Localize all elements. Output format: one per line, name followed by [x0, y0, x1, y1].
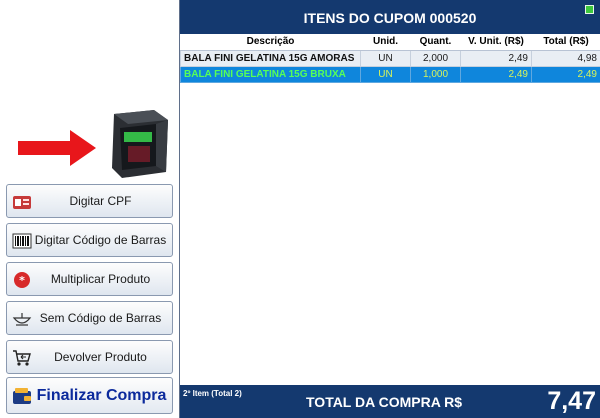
id-card-icon [13, 196, 31, 209]
item-total: 4,98 [531, 49, 600, 67]
item-count: 2º Item (Total 2) [183, 389, 242, 398]
table-row[interactable]: BALA FINI GELATINA 15G AMORAS UN 2,000 2… [180, 49, 600, 67]
item-description: BALA FINI GELATINA 15G AMORAS [180, 49, 361, 67]
total-label: TOTAL DA COMPRA R$ [306, 394, 463, 410]
total-value: 7,47 [547, 387, 596, 415]
items-table: Descrição Unid. Quant. V. Unit. (R$) Tot… [180, 34, 600, 83]
receipt-title: ITENS DO CUPOM 000520 [303, 10, 477, 26]
receipt-header: ITENS DO CUPOM 000520 [180, 0, 600, 34]
multiplicar-produto-label: Multiplicar Produto [50, 272, 151, 286]
item-unit: UN [360, 65, 411, 83]
col-header-unid: Unid. [360, 34, 411, 51]
item-unit-price: 2,49 [460, 49, 532, 67]
svg-text:*: * [19, 274, 25, 287]
item-unit-price: 2,49 [460, 65, 532, 83]
scale-icon [12, 313, 32, 326]
digitar-cpf-label: Digitar CPF [69, 194, 132, 208]
item-total: 2,49 [531, 65, 600, 83]
sem-codigo-barras-label: Sem Código de Barras [39, 311, 162, 325]
barcode-icon [12, 233, 32, 249]
item-description: BALA FINI GELATINA 15G BRUXA [180, 65, 361, 83]
barcode-scanner-icon [112, 110, 168, 178]
digitar-codigo-barras-button[interactable]: Digitar Código de Barras [6, 223, 173, 257]
finalizar-compra-label: Finalizar Compra [36, 387, 167, 404]
left-panel: Digitar CPF Digitar Código de Barras * M… [0, 0, 180, 418]
red-arrow-icon [18, 130, 96, 166]
table-row-selected[interactable]: BALA FINI GELATINA 15G BRUXA UN 1,000 2,… [180, 65, 600, 83]
multiplicar-produto-button[interactable]: * Multiplicar Produto [6, 262, 173, 296]
devolver-produto-label: Devolver Produto [54, 350, 147, 364]
col-header-descricao: Descrição [180, 34, 361, 51]
wallet-icon [13, 388, 31, 404]
finalizar-compra-button[interactable]: Finalizar Compra [6, 377, 173, 414]
devolver-produto-button[interactable]: Devolver Produto [6, 340, 173, 374]
receipt-panel: ITENS DO CUPOM 000520 Descrição Unid. Qu… [180, 0, 600, 418]
table-header-row: Descrição Unid. Quant. V. Unit. (R$) Tot… [180, 34, 600, 51]
item-quantity: 1,000 [410, 65, 461, 83]
digitar-cpf-button[interactable]: Digitar CPF [6, 184, 173, 218]
digitar-codigo-barras-label: Digitar Código de Barras [34, 233, 167, 247]
multiply-icon: * [14, 272, 30, 288]
total-footer: 2º Item (Total 2) TOTAL DA COMPRA R$ 7,4… [180, 385, 600, 418]
status-indicator [585, 5, 594, 14]
item-unit: UN [360, 49, 411, 67]
col-header-quant: Quant. [410, 34, 461, 51]
col-header-vunit: V. Unit. (R$) [460, 34, 532, 51]
sem-codigo-barras-button[interactable]: Sem Código de Barras [6, 301, 173, 335]
cart-return-icon [13, 350, 31, 366]
item-quantity: 2,000 [410, 49, 461, 67]
scanner-area [14, 106, 174, 182]
col-header-total: Total (R$) [531, 34, 600, 51]
